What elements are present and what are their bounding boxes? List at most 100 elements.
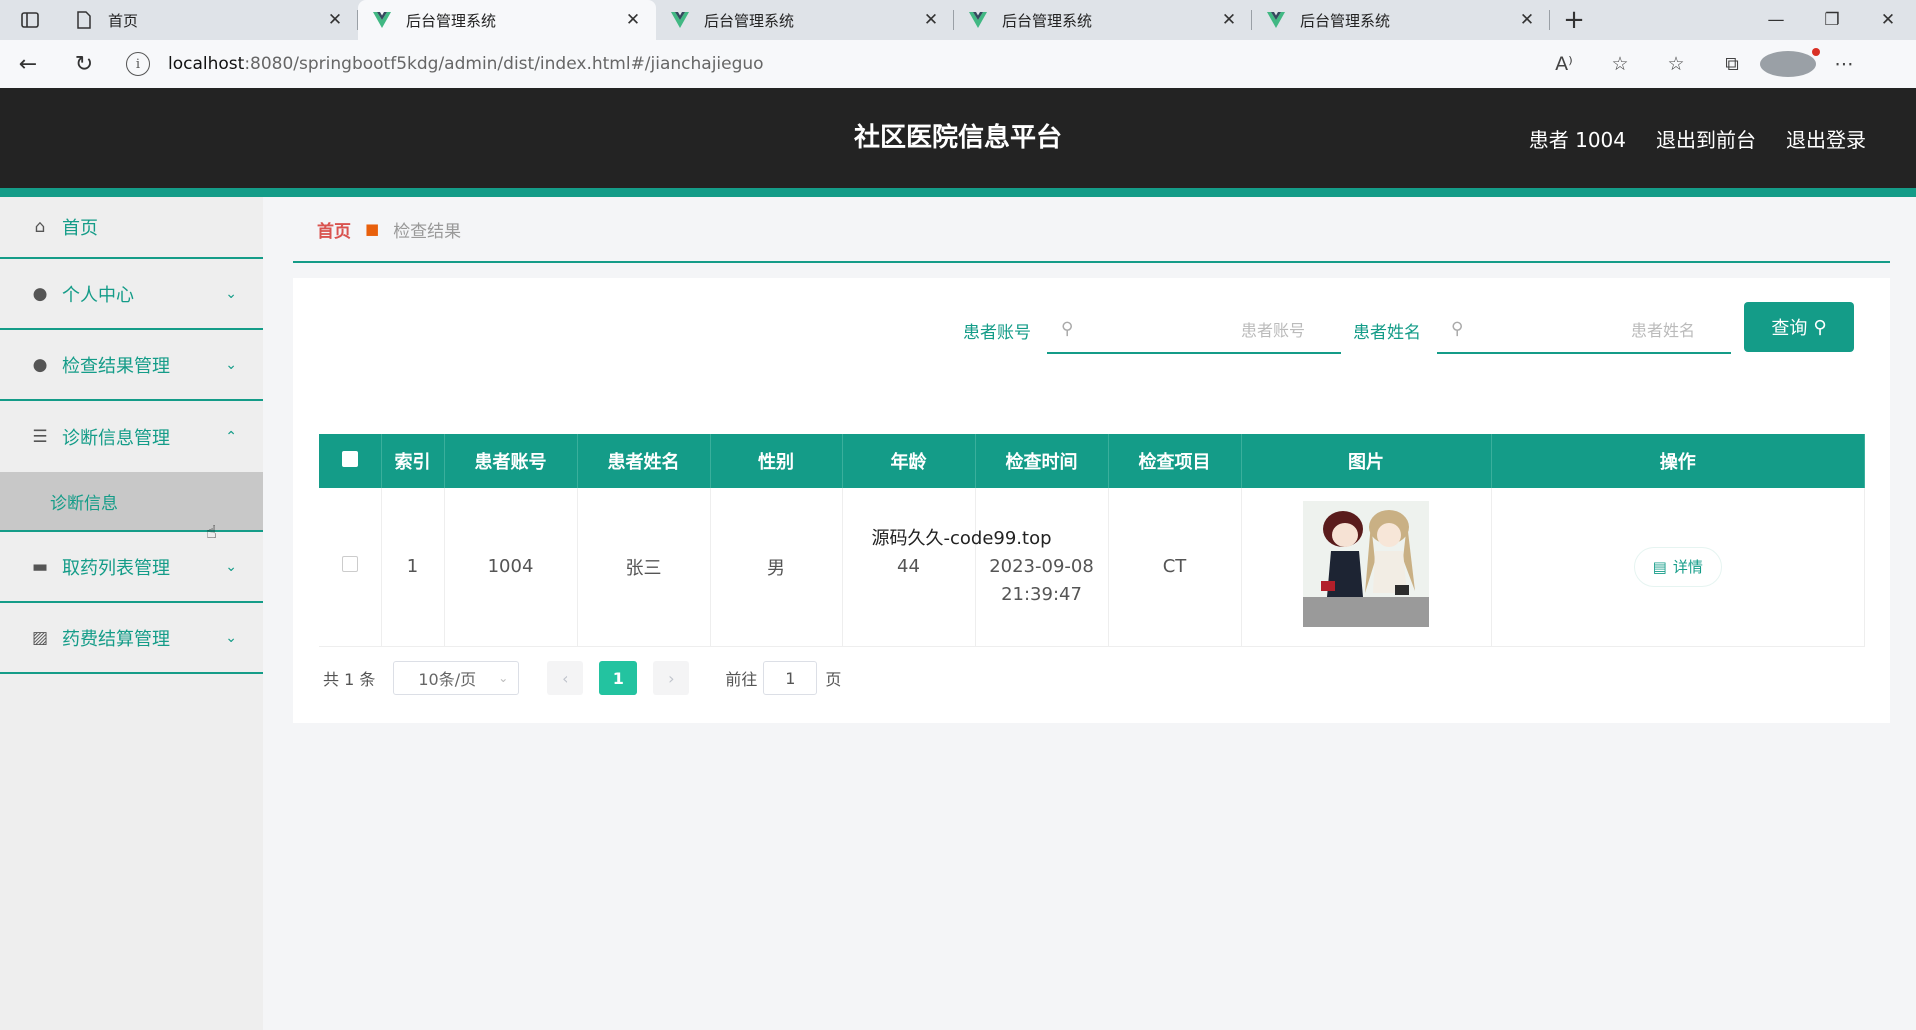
next-page-button[interactable]: › [653,661,690,695]
page-size-select[interactable]: 10条/页 ⌄ [393,661,520,695]
user-icon: ● [32,354,48,375]
query-button[interactable]: 查询 ⚲ [1744,302,1854,352]
user-icon: ● [32,283,48,304]
browser-tab-1[interactable]: 后台管理系统 ✕ [358,0,656,40]
page-number[interactable]: 1 [599,661,638,695]
sidebar-item-label: 诊断信息管理 [62,427,170,449]
browser-tab-2[interactable]: 后台管理系统 ✕ [656,0,954,40]
browser-tab-3[interactable]: 后台管理系统 ✕ [954,0,1252,40]
row-checkbox[interactable] [319,488,382,647]
chevron-down-icon: ⌄ [498,671,509,685]
sidebar-item-label: 检查结果管理 [62,355,170,377]
search-form: 患者账号 ⚲ 患者账号 患者姓名 ⚲ 患者姓名 查询 ⚲ [293,302,1890,356]
breadcrumb-home[interactable]: 首页 [317,217,351,242]
account-search-input[interactable]: ⚲ 患者账号 [1047,306,1341,354]
exam-time: 21:39:47 [1001,583,1082,605]
favorite-add-icon[interactable]: ☆ [1592,53,1648,75]
favorites-icon[interactable]: ☆ [1648,53,1704,75]
back-icon[interactable]: ← [0,40,56,88]
url-field[interactable]: i localhost:8080/springbootf5kdg/admin/d… [116,46,1648,82]
search-icon: ⚲ [1451,319,1464,339]
goto-label: 前往 [725,670,758,689]
current-user: 患者 1004 [1528,127,1626,152]
account-label: 患者账号 [963,323,1031,343]
minimize-icon[interactable]: — [1748,0,1804,40]
tab-title: 后台管理系统 [704,11,795,30]
cell-exam-time: 源码久久-code99.top 2023-09-08 21:39:47 [871,488,1109,647]
detail-button[interactable]: ▤ 详情 [1633,546,1722,587]
tab-title: 首页 [108,11,139,30]
close-icon[interactable]: ✕ [1516,10,1538,30]
profile-icon[interactable] [1760,48,1820,77]
tab-title: 后台管理系统 [406,11,497,30]
search-icon: ⚲ [1061,319,1074,339]
close-icon[interactable]: ✕ [622,10,644,30]
name-search-input[interactable]: ⚲ 患者姓名 [1437,306,1731,354]
prev-page-button[interactable]: ‹ [547,661,584,695]
select-all-checkbox[interactable] [319,434,382,488]
cell-actions: ▤ 详情 [1491,488,1865,647]
sidebar-subitem-diagnosis-info[interactable]: 诊断信息 [0,472,263,532]
column-header: 检查项目 [1108,434,1242,488]
close-window-icon[interactable]: ✕ [1860,0,1916,40]
sidebar-item-exam-results[interactable]: ● 检查结果管理 ⌄ [0,330,263,401]
table-row: 1 1004 张三 男 44 源码久久-code99.top 2023-09-0… [319,488,1865,647]
menu-icon: ☰ [32,426,48,447]
cell-gender: 男 [710,488,843,647]
vue-logo-icon [372,10,392,30]
name-label: 患者姓名 [1353,323,1421,343]
url-host: localhost [168,54,245,74]
close-icon[interactable]: ✕ [1218,10,1240,30]
print-icon: ▬ [31,556,49,577]
chevron-down-icon: ⌄ [225,558,237,575]
column-header: 年龄 [842,434,976,488]
browser-tab-4[interactable]: 后台管理系统 ✕ [1252,0,1550,40]
sidebar-item-profile[interactable]: ● 个人中心 ⌄ [0,259,263,330]
column-header: 患者姓名 [577,434,711,488]
more-icon[interactable]: ⋯ [1816,53,1872,75]
close-icon[interactable]: ✕ [920,10,942,30]
results-table: 索引 患者账号 患者姓名 性别 年龄 检查时间 检查项目 图片 操作 1 100… [319,434,1865,647]
tab-title: 后台管理系统 [1002,11,1093,30]
cell-index: 1 [381,488,445,647]
chevron-down-icon: ⌄ [225,356,237,373]
info-icon[interactable]: i [126,52,150,76]
sidebar-item-billing[interactable]: ▨ 药费结算管理 ⌄ [0,603,263,674]
goto-page-input[interactable]: 1 [763,661,818,695]
tab-actions-icon[interactable] [0,0,60,40]
collections-icon[interactable]: ⧉ [1704,53,1760,75]
vue-logo-icon [1266,10,1286,30]
browser-tab-bar: 首页 ✕ 后台管理系统 ✕ 后台管理系统 ✕ 后台管理系统 ✕ 后台管理系统 ✕… [0,0,1916,40]
breadcrumb: 首页 ■ 检查结果 [293,197,1890,263]
sidebar-item-label: 取药列表管理 [62,557,170,579]
chevron-down-icon: ⌄ [225,629,237,646]
sidebar-item-label: 首页 [62,218,98,239]
cell-age: 44 [842,488,976,647]
url-path: :8080/springbootf5kdg/admin/dist/index.h… [244,54,764,74]
page-icon [74,10,94,30]
read-aloud-icon[interactable]: A⁾ [1536,53,1592,75]
sidebar-item-label: 个人中心 [62,284,134,306]
new-tab-button[interactable]: + [1550,0,1598,40]
sidebar-item-diagnosis[interactable]: ☰ 诊断信息管理 ⌃ [0,401,263,472]
restore-icon[interactable]: ❐ [1804,0,1860,40]
back-to-front-link[interactable]: 退出到前台 [1656,124,1756,153]
search-icon: ⚲ [1813,316,1827,338]
close-icon[interactable]: ✕ [324,10,346,30]
hand-cursor-icon: ☝ [206,522,217,543]
content-card: 患者账号 ⚲ 患者账号 患者姓名 ⚲ 患者姓名 查询 ⚲ 索引 患者账号 患者姓… [293,278,1890,723]
vue-logo-icon [968,10,988,30]
logout-link[interactable]: 退出登录 [1786,124,1866,153]
exam-date: 2023-09-08 [989,555,1094,577]
anime-girls-thumbnail[interactable] [1303,501,1429,628]
sidebar-item-medicine-list[interactable]: ▬ 取药列表管理 ⌄ [0,532,263,603]
sidebar-item-home[interactable]: ⌂ 首页 [0,197,263,259]
breadcrumb-current: 检查结果 [393,221,462,242]
document-icon: ▤ [1652,557,1667,576]
reload-icon[interactable]: ↻ [56,40,112,88]
sidebar: ⌂ 首页 ● 个人中心 ⌄ ● 检查结果管理 ⌄ ☰ 诊断信息管理 ⌃ 诊断信息… [0,197,263,1030]
cell-name: 张三 [577,488,711,647]
browser-tab-0[interactable]: 首页 ✕ [60,0,358,40]
cell-image [1241,488,1492,647]
column-header: 索引 [381,434,445,488]
